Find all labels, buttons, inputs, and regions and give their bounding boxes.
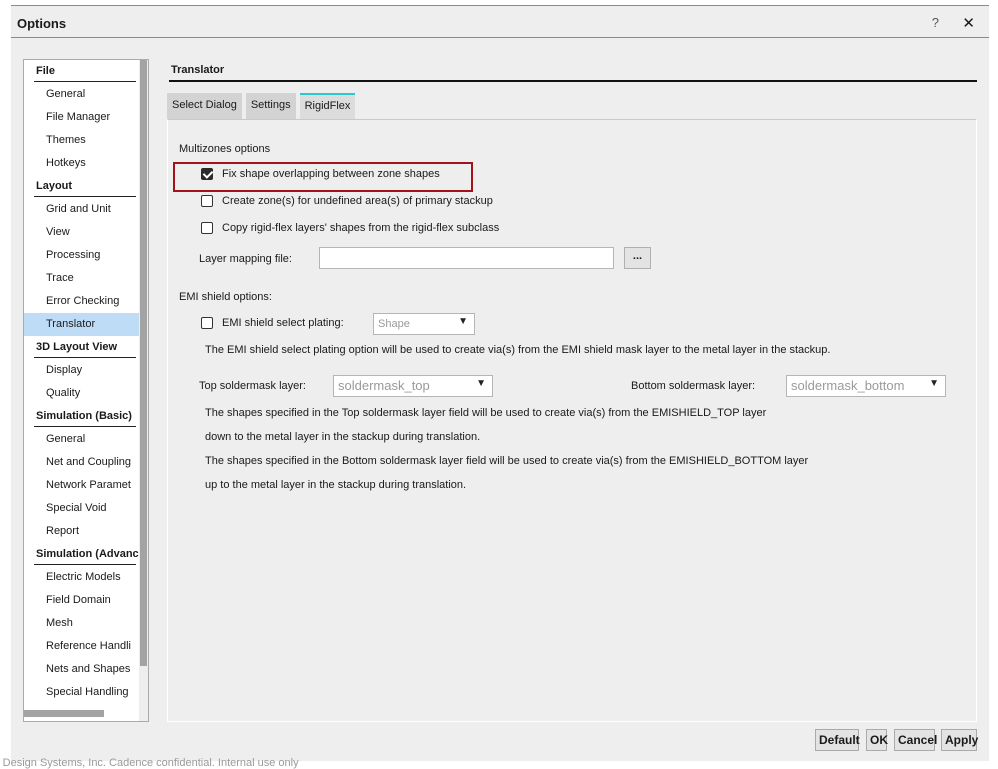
sidebar-category-simulation-basic: Simulation (Basic) — [24, 405, 139, 428]
emi-plating-note: The EMI shield select plating option wil… — [205, 344, 831, 356]
emi-note-line: down to the metal layer in the stackup d… — [205, 431, 481, 443]
emi-note-line: The shapes specified in the Top solderma… — [205, 407, 767, 419]
sidebar-item-special-void[interactable]: Special Void — [24, 497, 139, 520]
sidebar-item-display[interactable]: Display — [24, 359, 139, 382]
sidebar-item-field-domain[interactable]: Field Domain — [24, 589, 139, 612]
confidential-watermark: ce Design Systems, Inc. Cadence confiden… — [0, 757, 299, 769]
sidebar-item-file-manager[interactable]: File Manager — [24, 106, 139, 129]
window-title: Options — [17, 16, 67, 31]
copy-shapes-checkbox[interactable] — [201, 222, 213, 234]
sidebar-category-3d-layout-view: 3D Layout View — [24, 336, 139, 359]
emi-plating-label: EMI shield select plating: — [222, 317, 344, 329]
help-button[interactable]: ? — [932, 15, 939, 30]
sidebar-horizontal-scroll-thumb[interactable] — [24, 710, 104, 717]
close-button[interactable]: ✕ — [962, 14, 975, 32]
emi-plating-value: Shape — [378, 318, 410, 330]
emi-plating-select[interactable]: Shape ▼ — [373, 313, 475, 335]
cancel-button[interactable]: Cancel — [894, 729, 937, 751]
emi-note-line: up to the metal layer in the stackup dur… — [205, 479, 467, 491]
emi-note-line: The shapes specified in the Bottom solde… — [205, 455, 809, 467]
sidebar-item-net-and-coupling[interactable]: Net and Coupling — [24, 451, 139, 474]
emi-plating-checkbox[interactable] — [201, 317, 213, 329]
chevron-down-icon: ▼ — [929, 378, 939, 389]
sidebar-item-processing[interactable]: Processing — [24, 244, 139, 267]
title-bar: Options ? ✕ — [11, 6, 989, 38]
tab-select-dialog[interactable]: Select Dialog — [167, 93, 242, 119]
layer-mapping-input[interactable] — [319, 247, 614, 269]
copy-shapes-label: Copy rigid-flex layers' shapes from the … — [222, 222, 500, 234]
sidebar-item-reference-handli[interactable]: Reference Handli — [24, 635, 139, 658]
sidebar-item-network-paramet[interactable]: Network Paramet — [24, 474, 139, 497]
create-zones-checkbox[interactable] — [201, 195, 213, 207]
bottom-soldermask-label: Bottom soldermask layer: — [631, 380, 756, 392]
sidebar-item-general[interactable]: General — [24, 428, 139, 451]
sidebar-item-hotkeys[interactable]: Hotkeys — [24, 152, 139, 175]
emi-heading: EMI shield options: — [179, 291, 272, 303]
sidebar-vertical-scroll-thumb[interactable] — [140, 60, 147, 666]
sidebar-item-themes[interactable]: Themes — [24, 129, 139, 152]
chevron-down-icon: ▼ — [476, 378, 486, 389]
sidebar-category-simulation-advanc: Simulation (Advanc — [24, 543, 139, 566]
multizones-heading: Multizones options — [179, 143, 271, 155]
chevron-down-icon: ▼ — [458, 316, 468, 327]
sidebar-item-error-checking[interactable]: Error Checking — [24, 290, 139, 313]
sidebar-item-grid-and-unit[interactable]: Grid and Unit — [24, 198, 139, 221]
default-button[interactable]: Default — [815, 729, 860, 751]
sidebar-item-translator[interactable]: Translator — [24, 313, 139, 336]
section-title: Translator — [169, 62, 977, 82]
browse-button[interactable]: ... — [624, 247, 651, 269]
sidebar-item-special-handling[interactable]: Special Handling — [24, 681, 139, 704]
rigidflex-panel — [167, 119, 977, 722]
create-zones-label: Create zone(s) for undefined area(s) of … — [222, 195, 493, 207]
bottom-soldermask-select[interactable]: soldermask_bottom ▼ — [786, 375, 946, 397]
top-soldermask-value: soldermask_top — [338, 378, 430, 393]
tab-bar: Select Dialog Settings RigidFlex — [167, 93, 356, 119]
tab-settings[interactable]: Settings — [245, 93, 296, 119]
sidebar-item-trace[interactable]: Trace — [24, 267, 139, 290]
sidebar-category-layout: Layout — [24, 175, 139, 198]
sidebar-item-general[interactable]: General — [24, 83, 139, 106]
bottom-soldermask-value: soldermask_bottom — [791, 378, 905, 393]
top-soldermask-label: Top soldermask layer: — [199, 380, 306, 392]
layer-mapping-label: Layer mapping file: — [199, 253, 292, 265]
sidebar-item-quality[interactable]: Quality — [24, 382, 139, 405]
sidebar-category-file: File — [24, 60, 139, 83]
tab-rigidflex[interactable]: RigidFlex — [299, 93, 356, 119]
apply-button[interactable]: Apply — [941, 729, 978, 751]
options-tree-list: File General File Manager Themes Hotkeys Layo… — [24, 60, 139, 704]
options-tree: File General File Manager Themes Hotkeys Layo… — [23, 59, 149, 722]
fix-overlap-checkbox[interactable] — [201, 168, 213, 180]
sidebar-item-electric-models[interactable]: Electric Models — [24, 566, 139, 589]
sidebar-vertical-scrollbar[interactable] — [139, 60, 148, 721]
sidebar-item-view[interactable]: View — [24, 221, 139, 244]
options-dialog: Options ? ✕ File General File Manager Theme… — [11, 5, 989, 761]
fix-overlap-label: Fix shape overlapping between zone shape… — [222, 168, 440, 180]
sidebar-item-nets-and-shapes[interactable]: Nets and Shapes — [24, 658, 139, 681]
ok-button[interactable]: OK — [866, 729, 888, 751]
sidebar-item-report[interactable]: Report — [24, 520, 139, 543]
sidebar-item-mesh[interactable]: Mesh — [24, 612, 139, 635]
top-soldermask-select[interactable]: soldermask_top ▼ — [333, 375, 493, 397]
